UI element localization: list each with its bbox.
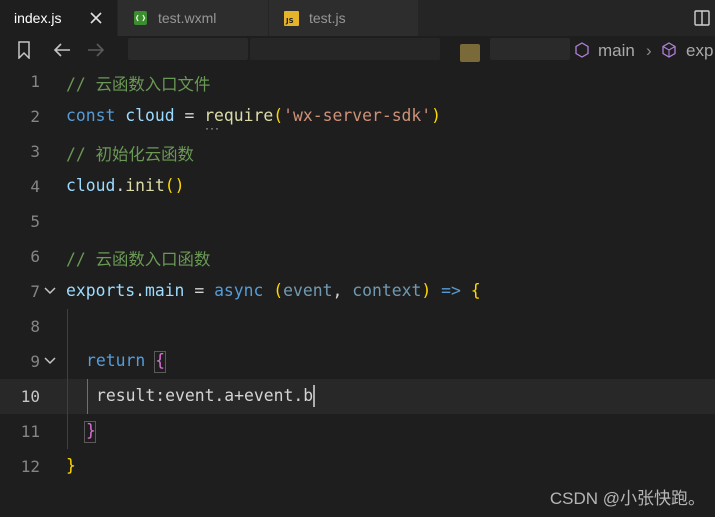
line-number: 9 bbox=[30, 352, 40, 371]
line-number: 8 bbox=[30, 317, 40, 336]
tab-label: index.js bbox=[14, 10, 62, 26]
split-editor-icon[interactable] bbox=[693, 9, 711, 27]
operator-token: = bbox=[184, 106, 195, 125]
parameter-token: event bbox=[283, 281, 333, 300]
code-line: 2 const cloud = require('wx-server-sdk')… bbox=[0, 99, 715, 135]
js-file-icon: JS bbox=[283, 10, 299, 26]
line-number: 5 bbox=[30, 212, 40, 231]
branch-icon bbox=[574, 42, 590, 58]
code-editor[interactable]: 1 // 云函数入口文件 2 const cloud = require('wx… bbox=[0, 64, 715, 517]
code-text: exports.main = async (event, context) =>… bbox=[66, 281, 481, 300]
breadcrumb-main[interactable]: main bbox=[598, 41, 635, 61]
indent-guide bbox=[67, 309, 68, 449]
code-line: 6 // 云函数入口函数 bbox=[0, 239, 715, 274]
indent-guide bbox=[87, 379, 88, 414]
code-line-current: 10 result:event.a+event.b bbox=[0, 379, 715, 414]
line-number: 1 bbox=[30, 72, 40, 91]
code-text: const cloud = require('wx-server-sdk') bbox=[66, 106, 442, 125]
code-text: cloud.init() bbox=[66, 176, 185, 195]
code-line: 8 bbox=[0, 309, 715, 344]
breadcrumb-bar: main › exp bbox=[0, 36, 715, 64]
line-number: 4 bbox=[30, 177, 40, 196]
bracket-highlight bbox=[154, 351, 166, 373]
chevron-right-icon: › bbox=[646, 41, 652, 60]
keyword-token: return bbox=[86, 351, 146, 370]
code-text: // 云函数入口函数 bbox=[66, 250, 211, 269]
line-number: 12 bbox=[20, 457, 40, 476]
identifier-token: result bbox=[96, 386, 156, 405]
ellipsis-hint-icon: ··· bbox=[205, 121, 220, 135]
code-line: 5 bbox=[0, 204, 715, 239]
breadcrumb-symbol[interactable]: exp bbox=[686, 41, 713, 61]
watermark: CSDN @小张快跑。 bbox=[549, 489, 705, 508]
code-line: 11 } bbox=[0, 414, 715, 449]
function-token: init bbox=[125, 176, 165, 195]
line-number: 3 bbox=[30, 142, 40, 161]
code-line: 3 // 初始化云函数 bbox=[0, 134, 715, 169]
code-line: 1 // 云函数入口文件 bbox=[0, 64, 715, 99]
tab-bar: index.js test.wxml JS test.js bbox=[0, 0, 715, 36]
line-number: 7 bbox=[30, 282, 40, 301]
line-number: 6 bbox=[30, 247, 40, 266]
chevron-down-icon[interactable] bbox=[42, 283, 58, 299]
blurred-region bbox=[250, 38, 440, 60]
code-line: 4 cloud.init() bbox=[0, 169, 715, 204]
bracket-highlight bbox=[84, 421, 96, 443]
code-line: 12 } bbox=[0, 449, 715, 484]
tab-test-wxml[interactable]: test.wxml bbox=[118, 0, 269, 36]
blurred-region bbox=[460, 44, 480, 62]
code-text: result:event.a+event.b bbox=[96, 386, 314, 405]
code-text: // 初始化云函数 bbox=[66, 145, 194, 164]
line-number: 10 bbox=[20, 387, 40, 406]
close-icon[interactable] bbox=[87, 9, 105, 27]
bookmark-icon[interactable] bbox=[14, 40, 34, 60]
parameter-token: context bbox=[352, 281, 422, 300]
blurred-region bbox=[490, 38, 570, 60]
keyword-token: async bbox=[214, 281, 264, 300]
identifier-token: cloud bbox=[66, 176, 116, 195]
code-text: // 云函数入口文件 bbox=[66, 75, 211, 94]
identifier-token: cloud bbox=[125, 106, 175, 125]
text-cursor bbox=[313, 385, 315, 407]
svg-text:JS: JS bbox=[285, 17, 294, 25]
chevron-down-icon[interactable] bbox=[42, 353, 58, 369]
symbol-icon bbox=[661, 42, 677, 58]
identifier-token: exports bbox=[66, 281, 136, 300]
tab-test-js[interactable]: JS test.js bbox=[269, 0, 419, 36]
wxml-file-icon bbox=[132, 10, 148, 26]
keyword-token: const bbox=[66, 106, 116, 125]
forward-arrow-icon[interactable] bbox=[86, 40, 106, 60]
blurred-region bbox=[128, 38, 248, 60]
tab-index-js[interactable]: index.js bbox=[0, 0, 118, 36]
code-line: 7 exports.main = async (event, context) … bbox=[0, 274, 715, 309]
string-token: 'wx-server-sdk' bbox=[283, 106, 432, 125]
back-arrow-icon[interactable] bbox=[52, 40, 72, 60]
line-number: 11 bbox=[20, 422, 40, 441]
code-text: } bbox=[66, 456, 76, 475]
code-line: 9 return { bbox=[0, 344, 715, 379]
expression-token: event.a+event.b bbox=[165, 386, 314, 405]
identifier-token: main bbox=[144, 281, 185, 300]
line-number: 2 bbox=[30, 107, 40, 126]
tab-label: test.js bbox=[309, 10, 346, 26]
tab-label: test.wxml bbox=[158, 10, 217, 26]
